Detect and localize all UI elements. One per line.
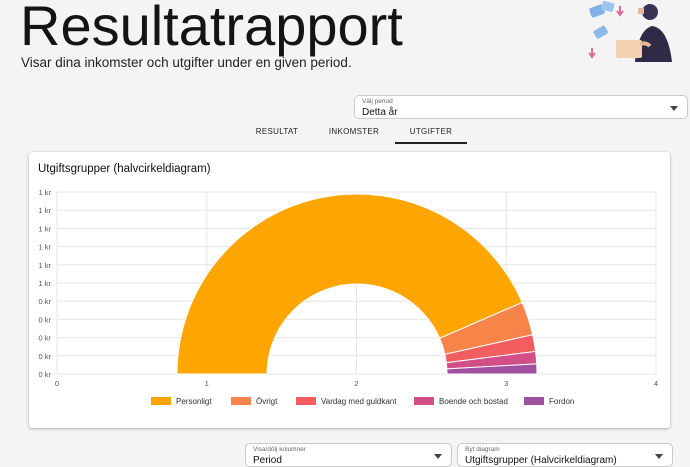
period-select-value: Detta år [362, 107, 398, 118]
page-subtitle: Visar dina inkomster och utgifter under … [21, 55, 352, 70]
report-tabs: RESULTAT INKOMSTER UTGIFTER [240, 124, 470, 144]
x-tick-label: 0 [55, 379, 59, 388]
legend-label: Fordon [549, 397, 574, 406]
legend-label: Övrigt [256, 397, 278, 406]
chevron-down-icon [655, 454, 663, 459]
y-tick-label: 0 kr [38, 315, 51, 324]
columns-select[interactable]: Visa/dölj kolumner Period [245, 443, 452, 467]
legend-swatch [296, 397, 316, 405]
legend-swatch [151, 397, 171, 405]
y-tick-label: 0 kr [38, 352, 51, 361]
x-tick-label: 3 [504, 379, 508, 388]
x-tick-label: 4 [654, 379, 658, 388]
semicircle-chart: 1 kr 1 kr 1 kr 1 kr 1 kr 1 kr 0 kr 0 kr 0 kr 0 kr… [38, 188, 658, 406]
y-tick-label: 1 kr [38, 206, 51, 215]
legend-label: Boende och bostad [439, 397, 508, 406]
chart-type-select[interactable]: Byt diagram Utgiftsgrupper (Halvcirkeldi… [457, 443, 673, 467]
legend-label: Personligt [176, 397, 212, 406]
legend-swatch [524, 397, 544, 405]
y-tick-label: 0 kr [38, 334, 51, 343]
tab-utgifter[interactable]: UTGIFTER [395, 124, 467, 144]
page-title: Resultatrapport [20, 0, 403, 57]
legend-swatch [414, 397, 434, 405]
y-tick-label: 1 kr [38, 188, 51, 197]
period-select[interactable]: Välj period Detta år [354, 95, 688, 119]
legend-swatch [231, 397, 251, 405]
y-tick-label: 1 kr [38, 279, 51, 288]
legend-label: Vardag med guldkant [321, 397, 397, 406]
y-tick-label: 1 kr [38, 261, 51, 270]
chart-card: Utgiftsgrupper (halvcirkeldiagram) 1 kr 1… [29, 152, 670, 428]
tab-resultat[interactable]: RESULTAT [240, 124, 314, 142]
columns-select-label: Visa/dölj kolumner [253, 446, 306, 453]
y-tick-label: 0 kr [38, 370, 51, 379]
y-tick-label: 1 kr [38, 224, 51, 233]
period-select-label: Välj period [362, 98, 393, 105]
y-tick-label: 0 kr [38, 297, 51, 306]
chevron-down-icon [434, 454, 442, 459]
hero-illustration [588, 1, 672, 62]
x-tick-label: 1 [205, 379, 209, 388]
y-tick-label: 1 kr [38, 243, 51, 252]
chart-type-select-value: Utgiftsgrupper (Halvcirkeldiagram) [465, 455, 617, 466]
chevron-down-icon [670, 106, 678, 111]
columns-select-value: Period [253, 455, 282, 466]
x-tick-label: 2 [354, 379, 358, 388]
tab-inkomster[interactable]: INKOMSTER [318, 124, 390, 142]
chart-type-select-label: Byt diagram [465, 446, 500, 453]
